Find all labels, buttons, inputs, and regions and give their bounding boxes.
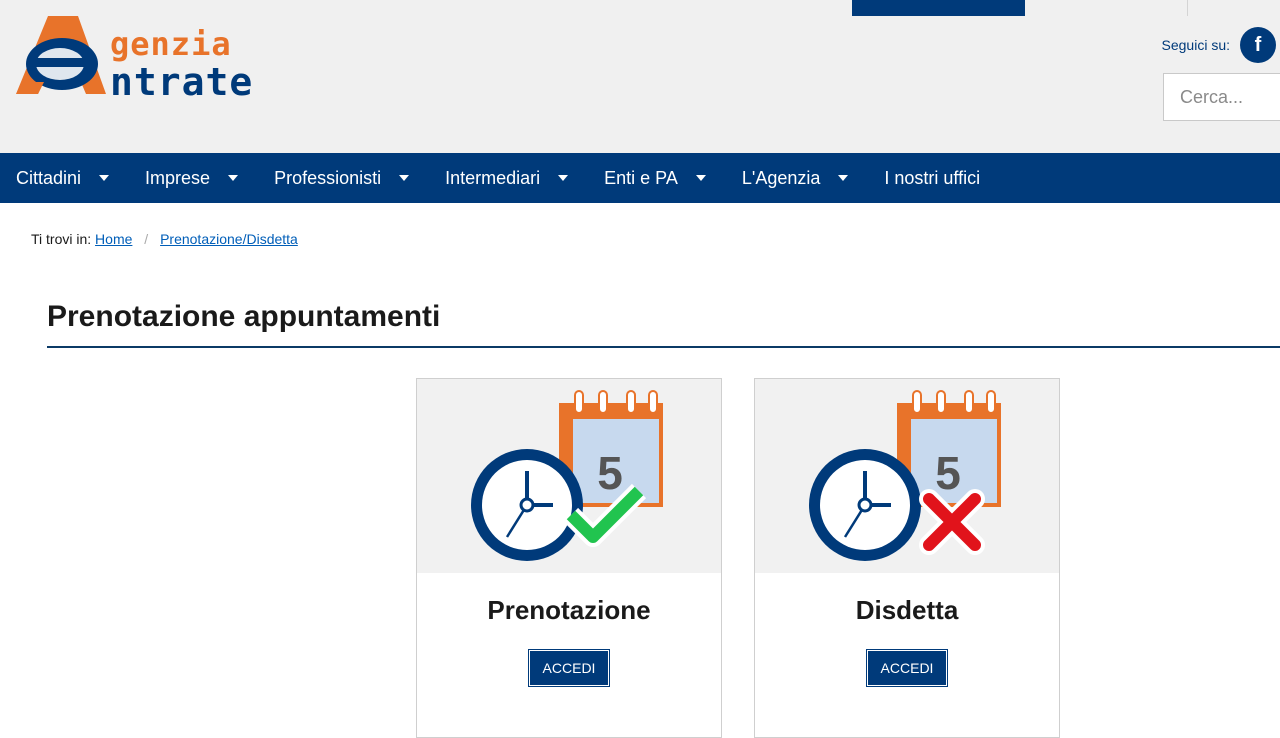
nav-item-label: Enti e PA [604, 167, 678, 188]
card-title: Disdetta [855, 595, 959, 625]
accedi-prenotazione-button[interactable]: ACCEDI [527, 649, 611, 687]
calendar-day-label: 5 [597, 447, 623, 499]
nav-item-enti-pa[interactable]: Enti e PA [588, 153, 726, 203]
main-nav: Cittadini Imprese Professionisti Interme… [0, 153, 1280, 203]
social-label: Seguici su: [1161, 37, 1230, 53]
nav-item-agenzia[interactable]: L'Agenzia [726, 153, 869, 203]
facebook-icon[interactable]: f [1240, 27, 1276, 63]
nav-item-label: Cittadini [16, 167, 82, 188]
card-title: Prenotazione [487, 595, 651, 625]
title-divider [47, 346, 1280, 348]
nav-item-label: Imprese [145, 167, 211, 188]
card-prenotazione: 5 Prenotazione ACCEDI [416, 378, 722, 738]
chevron-down-icon [558, 175, 569, 181]
logo-monogram-icon [16, 16, 106, 94]
nav-item-label: L'Agenzia [741, 167, 821, 188]
page-title: Prenotazione appuntamenti [47, 300, 441, 333]
nav-item-nostri-uffici[interactable]: I nostri uffici [868, 153, 980, 203]
nav-item-label: I nostri uffici [884, 167, 981, 188]
topbar-accent [852, 0, 1025, 16]
breadcrumb: Ti trovi in: Home / Prenotazione/Disdett… [31, 231, 298, 247]
nav-item-label: Intermediari [445, 167, 541, 188]
card-illustration: 5 [417, 379, 721, 573]
nav-item-imprese[interactable]: Imprese [129, 153, 258, 203]
social-links: Seguici su: f [1162, 27, 1280, 63]
site-header: genzia ntrate Seguici su: f [0, 0, 1280, 153]
breadcrumb-prefix: Ti trovi in: [31, 231, 92, 247]
card-disdetta: 5 Disdetta ACCEDI [754, 378, 1060, 738]
card-illustration: 5 [755, 379, 1059, 573]
breadcrumb-separator: / [144, 231, 149, 247]
topbar-divider [1187, 0, 1188, 16]
nav-item-professionisti[interactable]: Professionisti [258, 153, 429, 203]
nav-item-intermediari[interactable]: Intermediari [429, 153, 588, 203]
chevron-down-icon [695, 175, 706, 181]
chevron-down-icon [228, 175, 239, 181]
accedi-disdetta-button[interactable]: ACCEDI [865, 649, 949, 687]
calendar-clock-cross-icon: 5 [809, 390, 1001, 561]
breadcrumb-link-home[interactable]: Home [95, 231, 132, 247]
nav-item-cittadini[interactable]: Cittadini [0, 153, 129, 203]
nav-item-label: Professionisti [274, 167, 382, 188]
breadcrumb-link-prenotazione-disdetta[interactable]: Prenotazione/Disdetta [160, 231, 298, 247]
calendar-clock-check-icon: 5 [471, 390, 663, 561]
search-input[interactable] [1163, 73, 1280, 121]
chevron-down-icon [399, 175, 410, 181]
calendar-day-label: 5 [935, 447, 961, 499]
logo-text-line1: genzia [110, 25, 232, 63]
chevron-down-icon [99, 175, 110, 181]
logo-text-line2: ntrate [110, 60, 254, 104]
agenzia-entrate-logo[interactable]: genzia ntrate [14, 12, 284, 104]
chevron-down-icon [838, 175, 849, 181]
